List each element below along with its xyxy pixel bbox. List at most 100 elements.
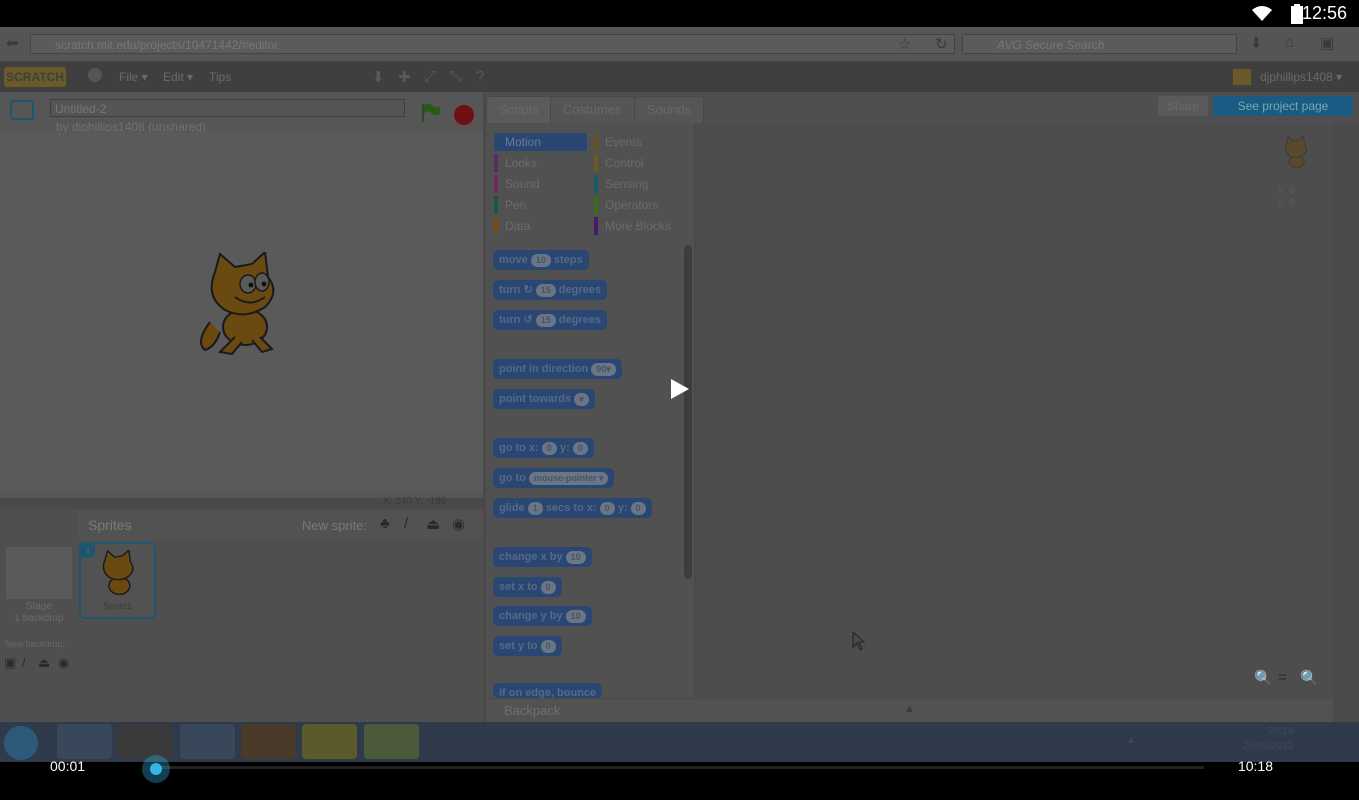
stage-panel: Untitled-2 by djphillips1408 (unshared) xyxy=(0,92,483,498)
user-menu[interactable]: djphillips1408 ▾ xyxy=(1260,70,1342,84)
block-turn-right[interactable]: turn ↻ 15 degrees xyxy=(493,280,607,300)
backdrop-library-icon[interactable]: ▣ xyxy=(4,655,16,671)
block-if-on-edge-bounce[interactable]: if on edge, bounce xyxy=(493,683,603,698)
system-clock[interactable]: 20:14 26/05/2013 xyxy=(1243,724,1293,754)
seek-bar[interactable] xyxy=(154,766,1204,769)
status-clock: 12:56 xyxy=(1301,3,1347,23)
address-bar[interactable]: scratch.mit.edu/projects/10471442/#edito… xyxy=(30,34,955,54)
sprites-pane: Sprites New sprite: ♣ / ⏏ ◉ Stage 1 back… xyxy=(0,509,483,724)
project-title-input[interactable]: Untitled-2 xyxy=(50,99,405,117)
block-change-x[interactable]: change x by 10 xyxy=(493,547,592,567)
paint-brush-icon[interactable]: / xyxy=(404,515,408,532)
user-avatar[interactable] xyxy=(1233,69,1251,85)
category-motion[interactable]: Motion xyxy=(494,133,587,151)
block-set-y[interactable]: set y to 0 xyxy=(493,636,562,656)
cut-icon[interactable]: ✚ xyxy=(398,68,411,86)
backdrop-upload-icon[interactable]: ⏏ xyxy=(38,655,50,671)
sprites-header: Sprites New sprite: ♣ / ⏏ ◉ xyxy=(78,509,483,541)
backpack-expand-icon[interactable]: ▲ xyxy=(904,703,915,715)
zoom-out-icon[interactable]: 🔍 xyxy=(1254,669,1273,687)
block-point-in-direction[interactable]: point in direction 90▾ xyxy=(493,359,622,379)
zoom-reset-icon[interactable]: = xyxy=(1278,669,1287,686)
scripts-area[interactable]: 🔍 = 🔍 xyxy=(696,123,1333,698)
upload-icon[interactable]: ⏏ xyxy=(426,515,440,533)
seek-thumb[interactable] xyxy=(142,755,171,783)
explorer-taskbar-icon[interactable] xyxy=(57,724,112,759)
help-icon[interactable]: ? xyxy=(476,68,484,85)
file-menu[interactable]: File ▾ xyxy=(119,70,148,84)
tab-scripts[interactable]: Scripts xyxy=(486,96,552,124)
windows-start-button[interactable] xyxy=(4,726,38,760)
see-project-page-button[interactable]: See project page xyxy=(1213,96,1353,116)
category-data[interactable]: Data xyxy=(494,217,587,235)
block-palette: Motion Looks Sound Pen Data Events Contr… xyxy=(486,123,694,698)
category-control[interactable]: Control xyxy=(594,154,687,172)
category-sensing[interactable]: Sensing xyxy=(594,175,687,193)
scripts-scrollbar[interactable] xyxy=(1333,123,1359,723)
category-more-blocks[interactable]: More Blocks xyxy=(594,217,687,235)
green-flag-icon[interactable] xyxy=(420,102,442,129)
category-pen[interactable]: Pen xyxy=(494,196,587,214)
url-host: scratch.mit.edu xyxy=(55,38,137,52)
duplicate-icon[interactable]: ⬇ xyxy=(372,68,385,86)
system-time: 20:14 xyxy=(1267,726,1293,737)
block-glide[interactable]: glide 1 secs to x: 0 y: 0 xyxy=(493,498,652,518)
category-looks[interactable]: Looks xyxy=(494,154,587,172)
back-arrow-icon[interactable]: ⬅ xyxy=(6,34,19,52)
edit-menu[interactable]: Edit ▾ xyxy=(163,70,193,84)
download-icon[interactable]: ⬇ xyxy=(1250,34,1263,52)
sprite-library-icon[interactable]: ♣ xyxy=(380,515,390,532)
stage-canvas[interactable] xyxy=(0,132,483,492)
home-icon[interactable]: ⌂ xyxy=(1285,34,1294,51)
tray-expand-icon[interactable]: ▲ xyxy=(1126,735,1136,746)
shrink-icon[interactable]: ⤡ xyxy=(450,68,462,85)
seek-thumb-dot xyxy=(150,763,163,775)
grow-icon[interactable]: ⤢ xyxy=(424,68,436,85)
block-move-steps[interactable]: move 10 steps xyxy=(493,250,589,270)
stop-button[interactable] xyxy=(454,105,474,125)
reload-icon[interactable]: ↻ xyxy=(935,35,948,53)
palette-scrollbar[interactable] xyxy=(684,245,692,579)
share-button[interactable]: Share xyxy=(1158,96,1208,116)
backpack-bar[interactable]: Backpack ▲ xyxy=(486,699,1333,723)
sprite-xy-readout: x: 0 y: 0 xyxy=(1278,184,1294,210)
tab-costumes[interactable]: Costumes xyxy=(550,96,635,124)
globe-icon[interactable] xyxy=(88,68,102,82)
camera-icon[interactable]: ◉ xyxy=(452,515,465,533)
search-input[interactable]: AVG Secure Search xyxy=(962,34,1237,54)
block-turn-left[interactable]: turn ↺ 15 degrees xyxy=(493,310,607,330)
backdrop-paint-icon[interactable]: / xyxy=(22,655,26,670)
sprite-card[interactable]: i Sprite1 xyxy=(79,542,156,619)
block-go-to-xy[interactable]: go to x: 0 y: 0 xyxy=(493,438,594,458)
play-icon[interactable] xyxy=(670,378,690,405)
block-set-x[interactable]: set x to 0 xyxy=(493,577,562,597)
stage-name: Stage xyxy=(25,601,53,612)
block-go-to[interactable]: go to mouse-pointer ▾ xyxy=(493,468,615,488)
scratch-logo[interactable]: SCRATCH xyxy=(4,67,66,87)
tab-sounds[interactable]: Sounds xyxy=(634,96,705,124)
window-menu-icon[interactable]: ▣ xyxy=(1320,34,1334,52)
media-player-taskbar-icon[interactable] xyxy=(117,724,172,759)
system-date: 26/05/2013 xyxy=(1242,741,1293,752)
category-sound[interactable]: Sound xyxy=(494,175,587,193)
category-events[interactable]: Events xyxy=(594,133,687,151)
cat-sprite[interactable] xyxy=(190,249,290,362)
backdrop-camera-icon[interactable]: ◉ xyxy=(58,655,69,671)
app-taskbar-icon[interactable] xyxy=(180,724,235,759)
firefox-taskbar-icon[interactable] xyxy=(241,724,296,759)
block-change-y[interactable]: change y by 10 xyxy=(493,606,592,626)
bookmark-star-icon[interactable]: ☆ xyxy=(898,35,911,53)
stage-thumbnail[interactable] xyxy=(6,547,72,599)
backpack-label: Backpack xyxy=(504,703,561,718)
fullscreen-icon[interactable] xyxy=(10,100,34,120)
total-duration: 10:18 xyxy=(1237,758,1273,774)
editor-tabs: Scripts Costumes Sounds Share See projec… xyxy=(486,92,1359,124)
zoom-in-icon[interactable]: 🔍 xyxy=(1300,669,1319,687)
sprites-label: Sprites xyxy=(88,517,132,533)
notes-taskbar-icon[interactable] xyxy=(364,724,419,759)
stage-backdrop-count: 1 backdrop xyxy=(14,613,64,624)
tips-menu[interactable]: Tips xyxy=(209,70,231,84)
block-point-towards[interactable]: point towards ▾ xyxy=(493,389,595,409)
screen-recorder-taskbar-icon[interactable] xyxy=(302,724,357,759)
category-operators[interactable]: Operators xyxy=(594,196,687,214)
